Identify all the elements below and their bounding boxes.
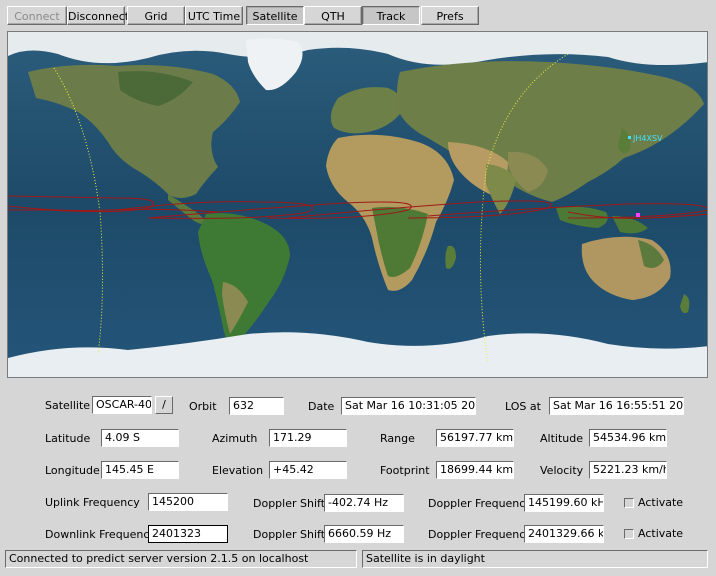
elevation-label: Elevation xyxy=(212,464,264,477)
date-field[interactable]: Sat Mar 16 10:31:05 2002 xyxy=(341,397,476,415)
satellite-select-button[interactable]: / xyxy=(155,396,173,414)
azimuth-field[interactable]: 171.29 xyxy=(269,429,347,447)
connection-status: Connected to predict server version 2.1.… xyxy=(5,550,357,568)
disconnect-button[interactable]: Disconnect xyxy=(67,6,129,25)
downlink-dfreq-label: Doppler Frequency xyxy=(428,528,532,541)
date-label: Date xyxy=(308,400,335,413)
los-label: LOS at xyxy=(505,400,541,413)
orbit-label: Orbit xyxy=(189,400,217,413)
longitude-field[interactable]: 145.45 E xyxy=(101,461,179,479)
downlink-field[interactable]: 2401323 xyxy=(148,525,228,543)
satellite-marker xyxy=(636,213,640,217)
uplink-doppler-field[interactable]: -402.74 Hz xyxy=(324,494,404,512)
satellite-status: Satellite is in daylight xyxy=(362,550,708,568)
altitude-field[interactable]: 54534.96 km xyxy=(589,429,667,447)
footprint-field[interactable]: 18699.44 km xyxy=(436,461,514,479)
downlink-label: Downlink Frequency xyxy=(45,528,156,541)
track-button[interactable]: Track xyxy=(362,6,420,25)
station-label: JH4XSV xyxy=(632,134,663,143)
orbit-field[interactable]: 632 xyxy=(229,397,284,415)
latitude-field[interactable]: 4.09 S xyxy=(101,429,179,447)
downlink-activate-checkbox[interactable] xyxy=(624,529,634,539)
grid-button[interactable]: Grid xyxy=(127,6,185,25)
uplink-label: Uplink Frequency xyxy=(45,496,140,509)
range-field[interactable]: 56197.77 km xyxy=(436,429,514,447)
uplink-doppler-label: Doppler Shift xyxy=(253,497,326,510)
los-field[interactable]: Sat Mar 16 16:55:51 2002 xyxy=(549,397,684,415)
downlink-dfreq-field[interactable]: 2401329.66 kHz xyxy=(524,525,604,543)
uplink-activate-checkbox[interactable] xyxy=(624,498,634,508)
satellite-button[interactable]: Satellite xyxy=(246,6,304,25)
downlink-doppler-label: Doppler Shift xyxy=(253,528,326,541)
footprint-label: Footprint xyxy=(380,464,430,477)
world-map[interactable]: JH4XSV xyxy=(7,31,708,378)
world-map-graphic: JH4XSV xyxy=(8,32,707,377)
satellite-label: Satellite xyxy=(45,399,91,412)
uplink-dfreq-field[interactable]: 145199.60 kHz xyxy=(524,494,604,512)
longitude-label: Longitude xyxy=(45,464,100,477)
utc-time-button[interactable]: UTC Time xyxy=(185,6,243,25)
downlink-activate-label[interactable]: Activate xyxy=(638,527,683,540)
downlink-doppler-field[interactable]: 6660.59 Hz xyxy=(324,525,404,543)
satellite-field[interactable]: OSCAR-40 xyxy=(92,396,152,414)
velocity-label: Velocity xyxy=(540,464,584,477)
prefs-button[interactable]: Prefs xyxy=(421,6,479,25)
qth-button[interactable]: QTH xyxy=(304,6,362,25)
uplink-dfreq-label: Doppler Frequency xyxy=(428,497,532,510)
altitude-label: Altitude xyxy=(540,432,583,445)
uplink-activate-label[interactable]: Activate xyxy=(638,496,683,509)
range-label: Range xyxy=(380,432,415,445)
uplink-field[interactable]: 145200 xyxy=(148,493,228,511)
station-marker xyxy=(628,136,631,139)
connect-button[interactable]: Connect xyxy=(7,6,67,25)
azimuth-label: Azimuth xyxy=(212,432,258,445)
velocity-field[interactable]: 5221.23 km/h xyxy=(589,461,667,479)
latitude-label: Latitude xyxy=(45,432,91,445)
elevation-field[interactable]: +45.42 xyxy=(269,461,347,479)
